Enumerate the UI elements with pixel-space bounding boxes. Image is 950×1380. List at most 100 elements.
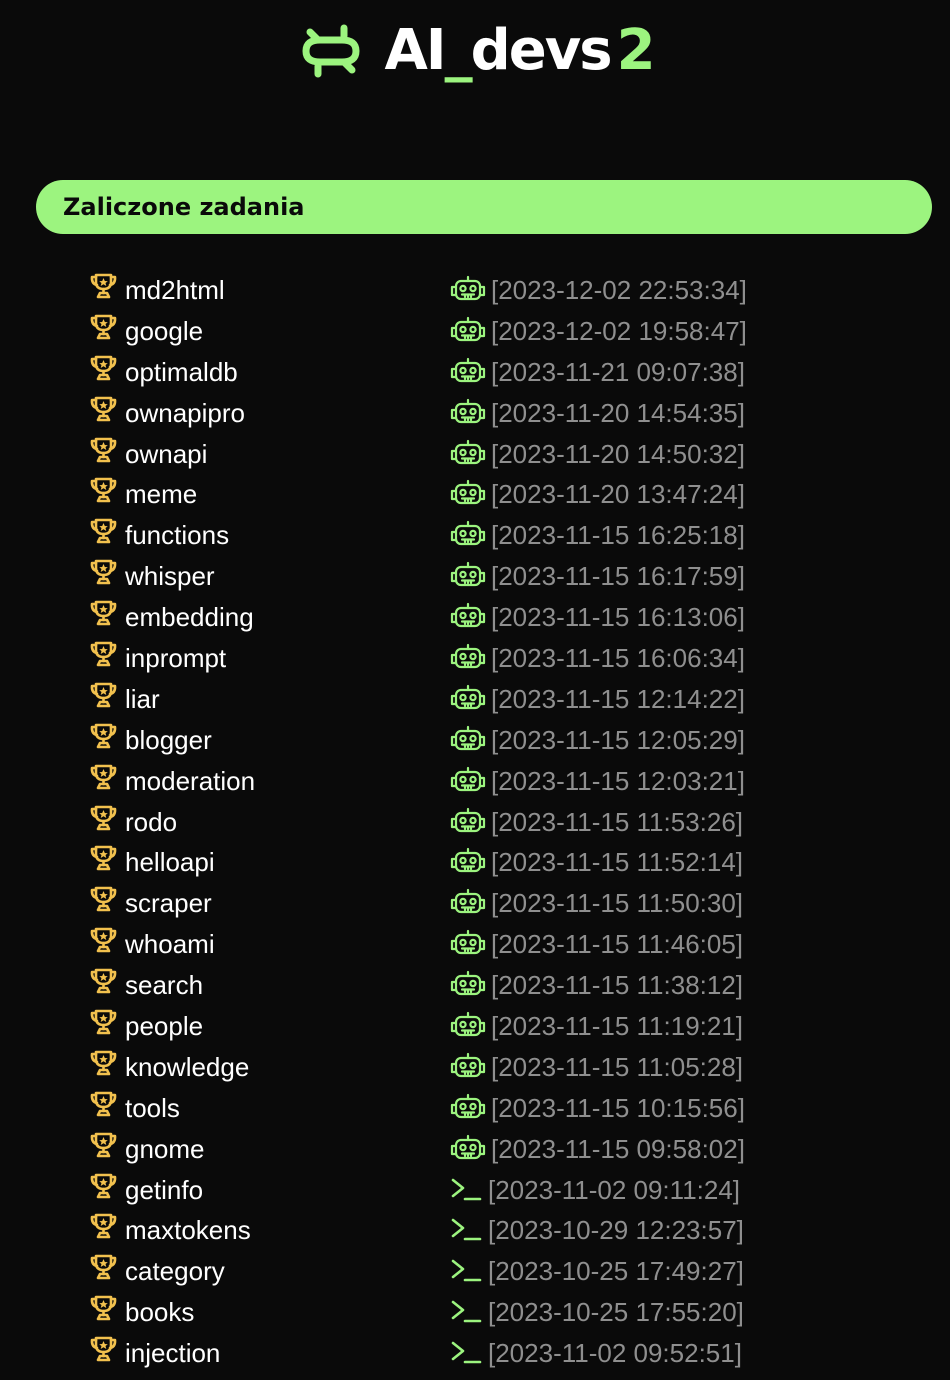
task-row: injection [2023-11-02 09:52:51] [0, 1331, 950, 1372]
trophy-icon [90, 355, 117, 381]
task-name[interactable]: liar [125, 683, 160, 715]
task-row: functions [2023-11-15 16:25:18] [0, 513, 950, 554]
trophy-icon [90, 805, 117, 830]
trophy-icon [90, 559, 117, 585]
terminal-icon [451, 1219, 482, 1241]
task-list: md2html [2023-12-02 22:53:34] google [20… [0, 268, 950, 1372]
task-row: tools [2023-11-15 10:15:56] [0, 1086, 950, 1127]
task-name[interactable]: helloapi [125, 846, 215, 878]
robot-icon [450, 766, 486, 791]
robot-icon [450, 684, 486, 710]
task-row: search [2023-11-15 11:38:12] [0, 963, 950, 1004]
trophy-icon [90, 846, 117, 871]
task-name[interactable]: category [125, 1255, 225, 1287]
task-name[interactable]: getinfo [125, 1174, 203, 1206]
task-name[interactable]: moderation [125, 765, 255, 797]
robot-icon [450, 725, 486, 750]
task-name[interactable]: knowledge [125, 1051, 249, 1083]
robot-icon [450, 807, 486, 832]
logo-version: 2 [616, 18, 656, 83]
task-name[interactable]: scraper [125, 887, 212, 919]
task-row: md2html [2023-12-02 22:53:34] [0, 268, 950, 309]
task-timestamp: [2023-10-25 17:49:27] [488, 1256, 744, 1287]
terminal-icon [451, 1300, 482, 1323]
task-row: getinfo [2023-11-02 09:11:24] [0, 1168, 950, 1209]
task-row: inprompt [2023-11-15 16:06:34] [0, 636, 950, 677]
task-timestamp: [2023-11-15 11:05:28] [491, 1051, 744, 1082]
robot-icon [450, 357, 486, 382]
task-name[interactable]: meme [125, 478, 197, 510]
task-name[interactable]: md2html [125, 274, 225, 306]
logo-text-prefix: AI [384, 18, 446, 83]
task-timestamp: [2023-11-15 11:38:12] [491, 970, 744, 1001]
trophy-icon [90, 519, 117, 544]
trophy-icon [90, 396, 117, 421]
robot-icon [450, 643, 486, 669]
task-name[interactable]: functions [125, 519, 229, 551]
task-name[interactable]: people [125, 1010, 203, 1042]
robot-icon [450, 439, 486, 464]
task-timestamp: [2023-11-15 11:50:30] [491, 888, 744, 919]
task-timestamp: [2023-11-15 10:15:56] [491, 1092, 745, 1123]
task-row: category [2023-10-25 17:49:27] [0, 1249, 950, 1290]
task-name[interactable]: blogger [125, 724, 212, 756]
task-name[interactable]: google [125, 315, 203, 347]
task-timestamp: [2023-11-20 14:54:35] [491, 397, 745, 428]
task-timestamp: [2023-11-15 11:46:05] [491, 929, 744, 960]
trophy-icon [90, 887, 117, 912]
trophy-icon [90, 682, 117, 708]
trophy-icon [90, 1255, 117, 1280]
logo-wordmark: AI_devs 2 [384, 23, 655, 79]
task-row: gnome [2023-11-15 09:58:02] [0, 1127, 950, 1168]
task-name[interactable]: rodo [125, 806, 177, 838]
task-row: google [2023-12-02 19:58:47] [0, 309, 950, 350]
task-name[interactable]: tools [125, 1092, 180, 1124]
trophy-icon [90, 1009, 117, 1035]
task-name[interactable]: ownapipro [125, 397, 245, 429]
robot-icon [450, 398, 486, 423]
robot-icon [450, 275, 486, 301]
task-row: whoami [2023-11-15 11:46:05] [0, 922, 950, 963]
task-timestamp: [2023-11-15 11:52:14] [491, 847, 744, 878]
task-name[interactable]: injection [125, 1337, 220, 1369]
task-timestamp: [2023-11-15 12:14:22] [491, 683, 745, 714]
task-name[interactable]: optimaldb [125, 356, 238, 388]
trophy-icon [90, 927, 117, 953]
task-row: rodo [2023-11-15 11:53:26] [0, 800, 950, 841]
task-timestamp: [2023-11-20 13:47:24] [491, 479, 745, 510]
robot-icon [450, 1011, 486, 1037]
task-row: people [2023-11-15 11:19:21] [0, 1004, 950, 1045]
trophy-icon [90, 1295, 117, 1321]
trophy-icon [90, 968, 117, 994]
task-name[interactable]: whoami [125, 928, 215, 960]
trophy-icon [90, 478, 117, 503]
task-timestamp: [2023-12-02 19:58:47] [491, 315, 747, 346]
task-name[interactable]: inprompt [125, 642, 226, 674]
trophy-icon [90, 1173, 117, 1198]
trophy-icon [90, 1132, 117, 1158]
task-name[interactable]: ownapi [125, 438, 207, 470]
logo-text-suffix: devs [470, 18, 613, 83]
task-name[interactable]: maxtokens [125, 1214, 251, 1246]
task-name[interactable]: embedding [125, 601, 254, 633]
logo-text-underscore: _ [444, 18, 473, 83]
section-header: Zaliczone zadania [36, 180, 932, 234]
task-name[interactable]: search [125, 969, 203, 1001]
task-name[interactable]: gnome [125, 1133, 205, 1165]
task-timestamp: [2023-12-02 22:53:34] [491, 275, 747, 305]
task-row: meme [2023-11-20 13:47:24] [0, 472, 950, 513]
trophy-icon [90, 314, 117, 340]
task-timestamp: [2023-11-15 16:17:59] [491, 561, 745, 592]
task-row: books [2023-10-25 17:55:20] [0, 1290, 950, 1331]
task-name[interactable]: books [125, 1296, 194, 1328]
task-row: ownapi [2023-11-20 14:50:32] [0, 432, 950, 473]
task-row: helloapi [2023-11-15 11:52:14] [0, 840, 950, 881]
task-name[interactable]: whisper [125, 560, 215, 592]
task-row: scraper [2023-11-15 11:50:30] [0, 881, 950, 922]
robot-icon [450, 848, 486, 873]
logo[interactable]: AI_devs 2 [296, 20, 656, 82]
task-timestamp: [2023-10-25 17:55:20] [488, 1297, 744, 1328]
task-row: ownapipro [2023-11-20 14:54:35] [0, 391, 950, 432]
task-timestamp: [2023-11-15 16:13:06] [491, 602, 745, 633]
task-timestamp: [2023-11-15 16:25:18] [491, 520, 745, 551]
